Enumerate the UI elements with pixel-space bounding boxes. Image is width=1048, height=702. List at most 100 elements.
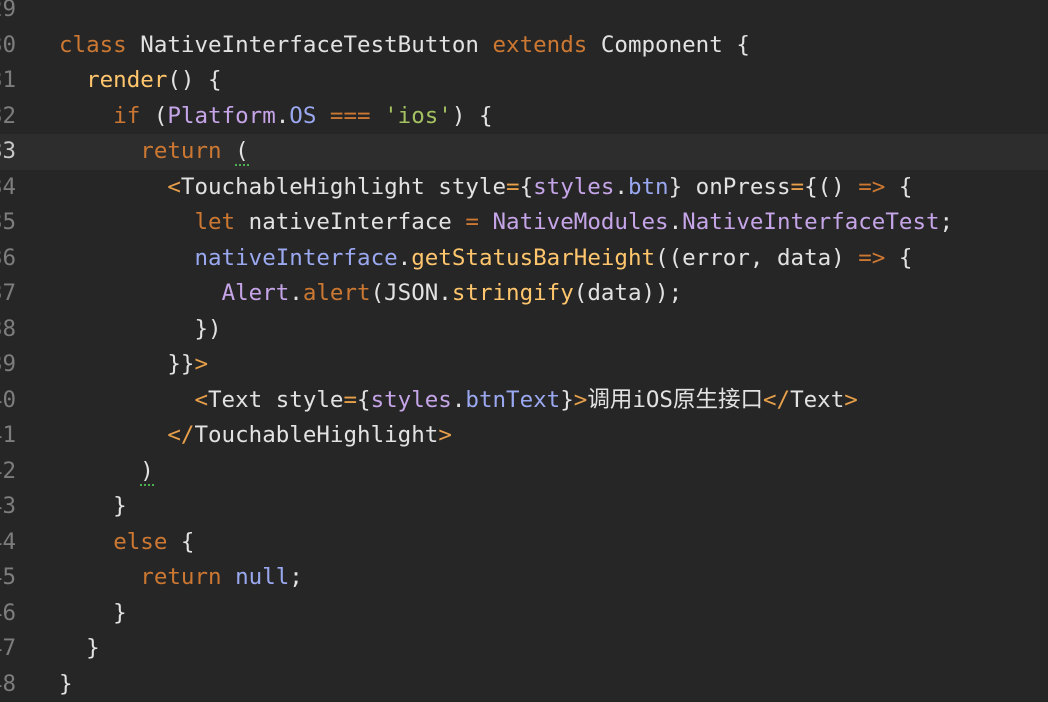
code-token: .: [398, 245, 412, 271]
code-token: </: [763, 387, 790, 413]
line-number: 46: [0, 596, 29, 632]
line-number: 33: [0, 134, 29, 170]
code-token: [222, 138, 236, 164]
code-token: styles: [371, 387, 452, 413]
code-token: =: [791, 174, 805, 200]
line-number: 39: [0, 347, 29, 383]
code-token: ((error, data): [655, 245, 858, 271]
code-token: TouchableHighlight: [194, 422, 438, 448]
code-token: (JSON.: [371, 280, 452, 306]
code-token: {(): [804, 174, 858, 200]
code-token: =: [506, 174, 520, 200]
code-token: >: [194, 351, 208, 377]
code-line[interactable]: 37 Alert.alert(JSON.stringify(data));: [0, 276, 1048, 312]
code-token: alert: [303, 280, 371, 306]
code-text: <TouchableHighlight style={styles.btn} o…: [59, 170, 912, 206]
code-token: Alert: [222, 280, 290, 306]
code-line[interactable]: 38 }): [0, 312, 1048, 348]
code-token: }: [59, 493, 127, 519]
code-line[interactable]: 33 return (: [0, 134, 1048, 170]
code-token: btnText: [465, 387, 560, 413]
code-token: </: [167, 422, 194, 448]
code-text: return (: [59, 134, 249, 170]
code-token: return: [140, 564, 221, 590]
code-token: btn: [628, 174, 669, 200]
code-token: () {: [167, 67, 221, 93]
code-text: <Text style={styles.btnText}>调用iOS原生接口</…: [59, 383, 858, 419]
code-text: }: [59, 667, 73, 702]
code-token: class: [59, 32, 127, 58]
code-text: let nativeInterface = NativeModules.Nati…: [59, 205, 953, 241]
code-text: }}>: [59, 347, 208, 383]
code-line[interactable]: 39 }}>: [0, 347, 1048, 383]
code-line[interactable]: 32 if (Platform.OS === 'ios') {: [0, 99, 1048, 135]
code-token: Text style: [208, 387, 343, 413]
code-text: return null;: [59, 560, 303, 596]
code-token: 调用iOS原生接口: [587, 387, 763, 413]
line-number: 38: [0, 312, 29, 348]
code-token: [59, 67, 86, 93]
code-token: {: [885, 245, 912, 271]
code-line[interactable]: 47 }: [0, 631, 1048, 667]
code-line[interactable]: 29: [0, 0, 1048, 28]
line-number: 36: [0, 241, 29, 277]
code-line[interactable]: 40 <Text style={styles.btnText}>调用iOS原生接…: [0, 383, 1048, 419]
code-text: class NativeInterfaceTestButton extends …: [59, 28, 750, 64]
code-token: >: [438, 422, 452, 448]
line-number: 34: [0, 170, 29, 206]
code-token: {: [885, 174, 912, 200]
code-token: }: [59, 635, 100, 661]
code-token: null: [235, 564, 289, 590]
code-token: [59, 103, 113, 129]
code-line[interactable]: 35 let nativeInterface = NativeModules.N…: [0, 205, 1048, 241]
code-token: render: [86, 67, 167, 93]
code-token: [59, 564, 140, 590]
code-line[interactable]: 48}: [0, 667, 1048, 702]
code-token: NativeInterfaceTestButton: [127, 32, 493, 58]
code-token: }}: [59, 351, 194, 377]
code-editor[interactable]: 2930 class NativeInterfaceTestButton exte…: [0, 0, 1048, 696]
code-token: }): [59, 316, 222, 342]
code-token: [59, 245, 194, 271]
code-line[interactable]: 36 nativeInterface.getStatusBarHeight((e…: [0, 241, 1048, 277]
code-token: let: [194, 209, 235, 235]
code-token: return: [140, 138, 221, 164]
code-token: Text: [790, 387, 844, 413]
code-token: Component {: [587, 32, 750, 58]
code-token: [59, 138, 140, 164]
code-text: Alert.alert(JSON.stringify(data));: [59, 276, 682, 312]
line-number: 48: [0, 667, 29, 702]
code-token: TouchableHighlight style: [181, 174, 506, 200]
code-line[interactable]: 44 else {: [0, 525, 1048, 561]
code-text: if (Platform.OS === 'ios') {: [59, 99, 493, 135]
code-token: >: [574, 387, 588, 413]
line-number: 30: [0, 28, 29, 64]
line-number: 32: [0, 99, 29, 135]
code-token: }: [59, 671, 73, 697]
code-line[interactable]: 31 render() {: [0, 63, 1048, 99]
code-line[interactable]: 34 <TouchableHighlight style={styles.btn…: [0, 170, 1048, 206]
code-token: [222, 564, 236, 590]
code-line[interactable]: 43 }: [0, 489, 1048, 525]
code-text: else {: [59, 525, 194, 561]
code-token: =: [343, 387, 357, 413]
code-token: [59, 174, 167, 200]
code-token: (: [140, 103, 167, 129]
code-token: 'ios': [384, 103, 452, 129]
code-token: }: [59, 600, 127, 626]
code-token: ===: [316, 103, 384, 129]
code-token: else: [113, 529, 167, 555]
code-text: }: [59, 596, 127, 632]
code-line[interactable]: 41 </TouchableHighlight>: [0, 418, 1048, 454]
code-text: render() {: [59, 63, 222, 99]
line-number: 45: [0, 560, 29, 596]
code-token: stringify: [452, 280, 574, 306]
code-line[interactable]: 45 return null;: [0, 560, 1048, 596]
code-line[interactable]: 46 }: [0, 596, 1048, 632]
code-line[interactable]: 42 ): [0, 454, 1048, 490]
line-number: 37: [0, 276, 29, 312]
code-token: .: [669, 209, 683, 235]
line-number: 31: [0, 63, 29, 99]
code-line[interactable]: 30 class NativeInterfaceTestButton extend…: [0, 28, 1048, 64]
code-token: .: [452, 387, 466, 413]
